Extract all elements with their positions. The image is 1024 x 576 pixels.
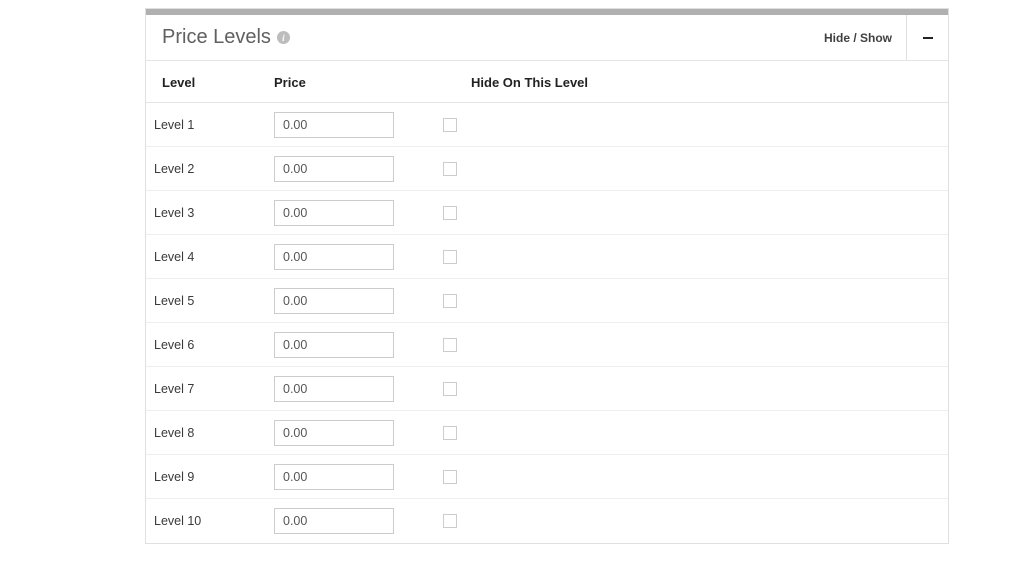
price-input[interactable]: [274, 332, 394, 358]
price-levels-table: Level Price Hide On This Level Level 1Le…: [146, 61, 948, 543]
price-cell: [266, 411, 431, 455]
column-header-level: Level: [146, 61, 266, 103]
level-label: Level 6: [146, 323, 266, 367]
hide-checkbox[interactable]: [443, 514, 457, 528]
hide-show-toggle[interactable]: Hide / Show: [810, 31, 906, 45]
table-row: Level 9: [146, 455, 948, 499]
price-input[interactable]: [274, 508, 394, 534]
hide-cell: [431, 411, 948, 455]
minus-icon: [923, 37, 933, 39]
level-label: Level 3: [146, 191, 266, 235]
level-label: Level 5: [146, 279, 266, 323]
price-cell: [266, 455, 431, 499]
level-label: Level 9: [146, 455, 266, 499]
hide-cell: [431, 147, 948, 191]
table-row: Level 4: [146, 235, 948, 279]
table-row: Level 3: [146, 191, 948, 235]
price-input[interactable]: [274, 288, 394, 314]
table-body: Level 1Level 2Level 3Level 4Level 5Level…: [146, 103, 948, 543]
price-input[interactable]: [274, 464, 394, 490]
table-row: Level 8: [146, 411, 948, 455]
level-label: Level 8: [146, 411, 266, 455]
price-cell: [266, 147, 431, 191]
price-levels-panel: Price Levels i Hide / Show Level Price H…: [145, 8, 949, 544]
hide-cell: [431, 367, 948, 411]
hide-checkbox[interactable]: [443, 470, 457, 484]
hide-cell: [431, 191, 948, 235]
table-row: Level 10: [146, 499, 948, 543]
hide-cell: [431, 455, 948, 499]
price-cell: [266, 499, 431, 543]
table-row: Level 7: [146, 367, 948, 411]
hide-checkbox[interactable]: [443, 294, 457, 308]
panel-title: Price Levels i: [146, 26, 810, 49]
hide-cell: [431, 235, 948, 279]
hide-cell: [431, 323, 948, 367]
panel-header: Price Levels i Hide / Show: [146, 15, 948, 61]
hide-checkbox[interactable]: [443, 206, 457, 220]
hide-checkbox[interactable]: [443, 118, 457, 132]
level-label: Level 4: [146, 235, 266, 279]
level-label: Level 2: [146, 147, 266, 191]
hide-cell: [431, 499, 948, 543]
table-header-row: Level Price Hide On This Level: [146, 61, 948, 103]
column-header-hide: Hide On This Level: [431, 61, 948, 103]
table-row: Level 5: [146, 279, 948, 323]
price-input[interactable]: [274, 112, 394, 138]
price-cell: [266, 367, 431, 411]
table-row: Level 6: [146, 323, 948, 367]
price-input[interactable]: [274, 376, 394, 402]
hide-checkbox[interactable]: [443, 338, 457, 352]
price-cell: [266, 103, 431, 147]
table-row: Level 2: [146, 147, 948, 191]
hide-checkbox[interactable]: [443, 382, 457, 396]
price-cell: [266, 279, 431, 323]
table-row: Level 1: [146, 103, 948, 147]
price-cell: [266, 191, 431, 235]
hide-cell: [431, 103, 948, 147]
level-label: Level 10: [146, 499, 266, 543]
hide-checkbox[interactable]: [443, 426, 457, 440]
hide-cell: [431, 279, 948, 323]
price-input[interactable]: [274, 200, 394, 226]
price-cell: [266, 235, 431, 279]
column-header-price: Price: [266, 61, 431, 103]
level-label: Level 1: [146, 103, 266, 147]
price-input[interactable]: [274, 244, 394, 270]
price-cell: [266, 323, 431, 367]
info-icon[interactable]: i: [277, 31, 290, 44]
collapse-button[interactable]: [906, 15, 948, 61]
hide-checkbox[interactable]: [443, 162, 457, 176]
panel-title-text: Price Levels: [162, 26, 271, 49]
level-label: Level 7: [146, 367, 266, 411]
hide-checkbox[interactable]: [443, 250, 457, 264]
price-input[interactable]: [274, 420, 394, 446]
price-input[interactable]: [274, 156, 394, 182]
